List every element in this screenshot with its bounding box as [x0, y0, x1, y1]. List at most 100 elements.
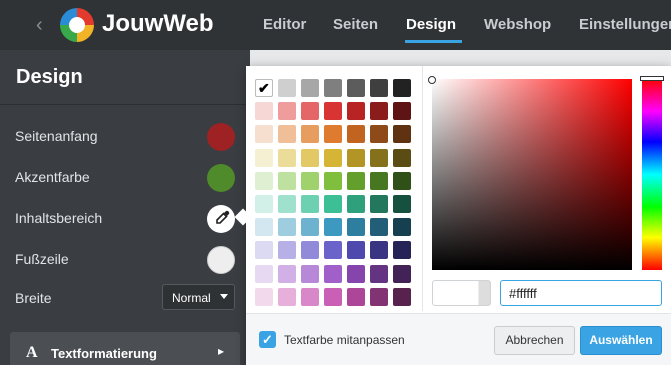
palette-swatch[interactable] [278, 79, 296, 97]
label-seitenanfang: Seitenanfang [15, 128, 98, 144]
palette-swatch[interactable] [393, 79, 411, 97]
palette-swatch[interactable] [347, 218, 365, 237]
width-select[interactable]: Normal [162, 284, 235, 310]
palette-swatch[interactable] [278, 264, 296, 283]
palette-swatch[interactable] [347, 241, 365, 260]
nav-item-einstellungen[interactable]: Einstellungen [579, 16, 671, 33]
palette-swatch[interactable] [255, 171, 273, 190]
palette-swatch[interactable] [393, 125, 411, 144]
palette-swatch[interactable] [301, 171, 319, 190]
palette-swatch[interactable] [393, 241, 411, 260]
textformatierung-label: Textformatierung [51, 346, 157, 361]
eyedropper-icon[interactable] [207, 205, 235, 233]
palette-swatch[interactable] [393, 218, 411, 237]
palette-swatch[interactable] [347, 195, 365, 213]
palette-swatch[interactable] [255, 241, 273, 260]
palette-swatch[interactable] [393, 287, 411, 306]
palette-swatch[interactable] [347, 79, 365, 97]
palette-swatch[interactable] [301, 125, 319, 144]
select-button[interactable]: Auswählen [580, 326, 662, 355]
palette-swatch[interactable] [255, 287, 273, 306]
palette-swatch[interactable] [301, 102, 319, 121]
palette-swatch[interactable] [278, 102, 296, 121]
jouwweb-logo[interactable] [60, 8, 94, 42]
nav-item-design[interactable]: Design [406, 16, 456, 33]
palette-swatch[interactable] [393, 171, 411, 190]
palette-swatch[interactable] [347, 148, 365, 167]
textformatierung-section[interactable]: A Textformatierung ▸ [10, 332, 240, 365]
label-breite: Breite [15, 290, 52, 306]
palette-swatch[interactable] [324, 264, 342, 283]
nav-item-editor[interactable]: Editor [263, 16, 306, 33]
palette-swatch[interactable] [278, 148, 296, 167]
palette-swatch[interactable] [301, 148, 319, 167]
palette-swatch[interactable] [393, 102, 411, 121]
color-swatch-fusszeile[interactable] [207, 246, 235, 274]
palette-swatch[interactable] [370, 102, 388, 121]
palette-swatch[interactable] [370, 218, 388, 237]
palette-swatch[interactable] [347, 102, 365, 121]
palette-swatch[interactable] [370, 125, 388, 144]
palette-swatch[interactable] [301, 241, 319, 260]
palette-swatch[interactable] [324, 171, 342, 190]
palette-swatch[interactable] [370, 171, 388, 190]
palette-swatch[interactable] [301, 79, 319, 97]
palette-swatch[interactable] [278, 218, 296, 237]
palette-swatch[interactable] [278, 125, 296, 144]
palette-swatch[interactable] [301, 287, 319, 306]
chevron-left-icon[interactable]: ‹ [36, 14, 43, 37]
palette-swatch[interactable] [393, 195, 411, 213]
saturation-handle[interactable] [428, 76, 436, 84]
palette-swatch[interactable] [347, 171, 365, 190]
palette-swatch[interactable] [301, 264, 319, 283]
hue-handle[interactable] [640, 76, 664, 81]
palette-swatch[interactable] [370, 79, 388, 97]
palette-swatch[interactable] [255, 125, 273, 144]
palette-swatch[interactable] [278, 287, 296, 306]
color-swatch-seitenanfang[interactable] [207, 123, 235, 151]
width-select-value: Normal [172, 291, 211, 305]
palette-swatch[interactable] [255, 148, 273, 167]
color-swatch-akzentfarbe[interactable] [207, 164, 235, 192]
top-navigation: ‹ JouwWeb Editor Seiten Design Webshop E… [0, 0, 671, 50]
palette-swatch[interactable] [324, 125, 342, 144]
palette-swatch[interactable] [278, 171, 296, 190]
label-fusszeile: Fußzeile [15, 251, 69, 267]
brand-name[interactable]: JouwWeb [102, 10, 214, 38]
palette-swatch[interactable] [347, 125, 365, 144]
palette-swatch[interactable] [324, 79, 342, 97]
palette-swatch[interactable] [255, 195, 273, 213]
palette-swatch[interactable] [370, 287, 388, 306]
palette-swatch[interactable] [255, 264, 273, 283]
palette-swatch[interactable] [255, 102, 273, 121]
palette-swatch[interactable] [278, 195, 296, 213]
palette-swatch[interactable] [370, 264, 388, 283]
palette-swatch[interactable] [370, 148, 388, 167]
hue-slider[interactable] [642, 79, 662, 270]
palette-swatch[interactable] [324, 195, 342, 213]
palette-swatch[interactable] [370, 241, 388, 260]
palette-swatch[interactable] [370, 195, 388, 213]
checkbox-textfarbe[interactable]: ✓ [259, 331, 276, 348]
palette-swatch[interactable] [324, 148, 342, 167]
palette-swatch[interactable] [278, 241, 296, 260]
nav-item-webshop[interactable]: Webshop [484, 16, 551, 33]
divider [422, 66, 423, 311]
palette-swatch[interactable] [347, 287, 365, 306]
nav-item-seiten[interactable]: Seiten [333, 16, 378, 33]
cancel-button[interactable]: Abbrechen [494, 326, 575, 355]
palette-swatch[interactable] [301, 195, 319, 213]
palette-swatch[interactable] [255, 218, 273, 237]
palette-swatch[interactable] [347, 264, 365, 283]
palette-swatch[interactable] [393, 148, 411, 167]
saturation-brightness-area[interactable] [432, 79, 632, 270]
palette-swatch[interactable] [393, 264, 411, 283]
palette-swatch[interactable] [324, 241, 342, 260]
palette-swatch[interactable] [324, 218, 342, 237]
chevron-down-icon [220, 294, 228, 299]
palette-swatch[interactable] [324, 287, 342, 306]
checkbox-label[interactable]: Textfarbe mitanpassen [284, 333, 405, 347]
palette-swatch[interactable] [301, 218, 319, 237]
hex-input[interactable] [500, 280, 662, 306]
palette-swatch[interactable] [324, 102, 342, 121]
